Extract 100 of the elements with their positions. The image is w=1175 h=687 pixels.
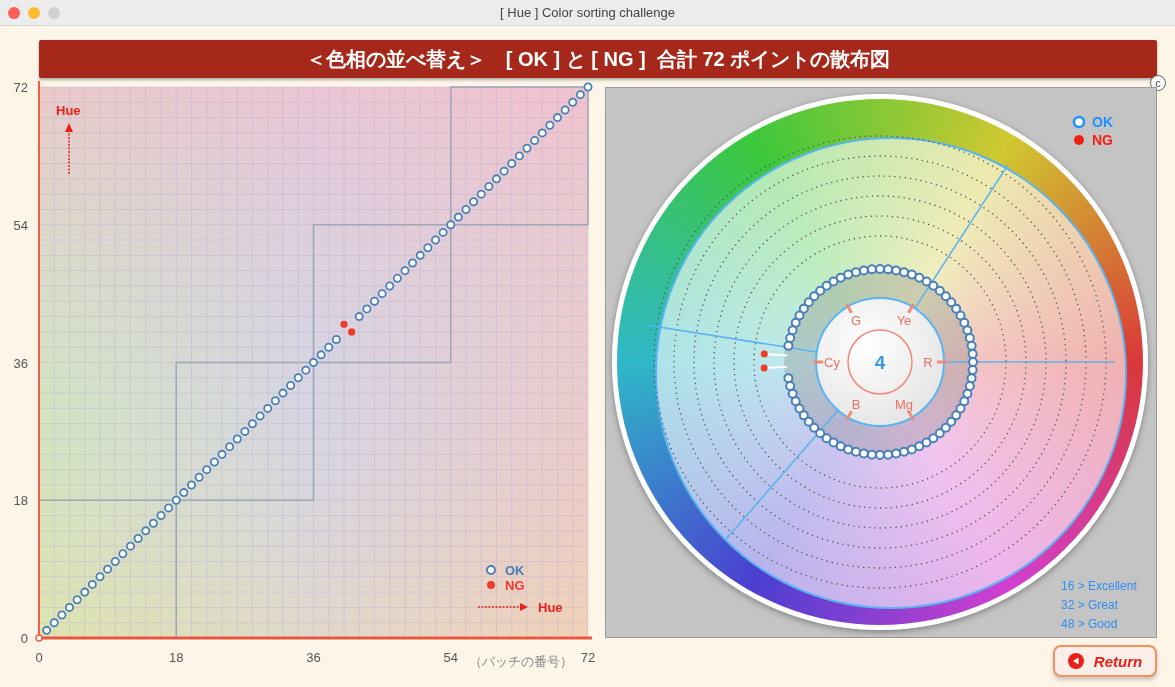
y-tick-label: 54 bbox=[13, 217, 28, 233]
data-point bbox=[187, 480, 196, 490]
ng-points-drawing bbox=[760, 350, 789, 372]
data-point bbox=[148, 518, 158, 528]
data-point bbox=[522, 143, 532, 153]
return-button[interactable]: Return bbox=[1053, 645, 1157, 677]
data-point bbox=[545, 120, 555, 130]
data-point bbox=[103, 564, 113, 574]
legend-marker bbox=[1074, 135, 1084, 145]
data-point bbox=[507, 159, 517, 169]
data-point bbox=[194, 472, 204, 482]
data-point bbox=[377, 289, 387, 299]
data-point bbox=[484, 182, 494, 191]
data-point bbox=[324, 342, 334, 352]
hue-tick bbox=[845, 303, 853, 314]
hue-tick bbox=[845, 410, 853, 421]
hue-tick bbox=[907, 410, 915, 421]
data-point bbox=[232, 434, 242, 444]
data-point bbox=[286, 380, 296, 390]
data-point bbox=[95, 572, 105, 582]
hue-label: Ye bbox=[896, 313, 912, 329]
x-tick-label: 36 bbox=[306, 650, 321, 665]
origin-marker bbox=[35, 634, 43, 642]
data-point bbox=[560, 105, 570, 115]
data-point bbox=[179, 488, 189, 498]
data-point bbox=[568, 97, 578, 107]
data-point bbox=[225, 442, 235, 452]
data-point bbox=[492, 174, 501, 184]
legend-label: NG bbox=[1092, 132, 1113, 148]
y-tick-label: 36 bbox=[13, 355, 28, 371]
data-point bbox=[469, 197, 479, 207]
up-arrow-icon bbox=[65, 123, 73, 175]
data-point bbox=[438, 227, 448, 237]
data-point bbox=[476, 189, 486, 199]
data-point bbox=[514, 151, 524, 161]
banner-title: ＜色相の並べ替え＞ [ OK ] と [ NG ] 合計 72 ポイントの散布図 bbox=[305, 46, 891, 72]
legend-marker bbox=[1072, 115, 1086, 129]
data-point bbox=[57, 610, 67, 620]
data-point bbox=[499, 166, 509, 176]
data-point bbox=[255, 411, 265, 421]
hue-label: G bbox=[850, 313, 862, 329]
data-point bbox=[453, 212, 463, 222]
data-point bbox=[408, 258, 418, 268]
data-point bbox=[263, 403, 273, 413]
data-point bbox=[65, 602, 74, 612]
data-point bbox=[133, 534, 143, 543]
zoom-button[interactable] bbox=[48, 6, 60, 19]
data-point bbox=[126, 541, 135, 551]
data-point bbox=[118, 549, 128, 559]
data-point bbox=[141, 526, 151, 536]
y-hint-label: Hue bbox=[56, 103, 81, 118]
legend-label: NG bbox=[505, 578, 525, 593]
hue-label: Cy bbox=[824, 355, 840, 370]
data-point bbox=[293, 373, 303, 383]
inner-ring bbox=[847, 329, 913, 395]
data-point bbox=[354, 312, 364, 322]
x-axis-title: （パッチの番号） bbox=[469, 654, 573, 669]
x-tick-label: 72 bbox=[580, 650, 596, 665]
right-arrow-icon bbox=[477, 603, 528, 611]
data-point bbox=[537, 128, 547, 138]
center-value: 4 bbox=[874, 352, 886, 373]
hue-label: B bbox=[851, 396, 861, 412]
data-point bbox=[209, 457, 219, 467]
data-point bbox=[331, 335, 341, 345]
data-point bbox=[49, 618, 59, 628]
x-tick-label: 54 bbox=[443, 650, 458, 665]
data-point bbox=[42, 625, 52, 635]
close-button[interactable] bbox=[8, 6, 20, 19]
data-point bbox=[301, 365, 311, 375]
data-point bbox=[202, 465, 212, 475]
y-tick-label: 18 bbox=[13, 493, 28, 509]
score-threshold: 32 > Great bbox=[1061, 598, 1119, 612]
data-point bbox=[171, 495, 181, 505]
x-tick-label: 18 bbox=[169, 650, 184, 665]
data-point bbox=[530, 136, 540, 146]
data-point bbox=[431, 235, 440, 245]
hue-label: Mg bbox=[894, 396, 914, 412]
window-title: [ Hue ] Color sorting challenge bbox=[500, 5, 675, 20]
data-point bbox=[240, 426, 250, 436]
minimize-button[interactable] bbox=[28, 6, 40, 19]
x-tick-label: 0 bbox=[35, 650, 43, 665]
hue-tick bbox=[813, 360, 823, 364]
data-point bbox=[217, 449, 227, 459]
data-point bbox=[248, 419, 257, 429]
data-point bbox=[316, 350, 326, 360]
data-point bbox=[362, 304, 372, 314]
data-point bbox=[270, 396, 280, 406]
data-point bbox=[309, 358, 318, 367]
data-point bbox=[370, 296, 379, 306]
hue-tick bbox=[907, 303, 915, 314]
data-point bbox=[423, 243, 433, 253]
data-point bbox=[461, 204, 471, 214]
data-point bbox=[156, 511, 166, 521]
data-point bbox=[110, 556, 120, 566]
data-point bbox=[415, 250, 425, 260]
data-point bbox=[446, 220, 456, 230]
score-threshold: 48 > Good bbox=[1061, 617, 1118, 631]
hue-label: R bbox=[923, 355, 933, 370]
hue-tick bbox=[937, 360, 947, 364]
data-point bbox=[385, 281, 395, 291]
